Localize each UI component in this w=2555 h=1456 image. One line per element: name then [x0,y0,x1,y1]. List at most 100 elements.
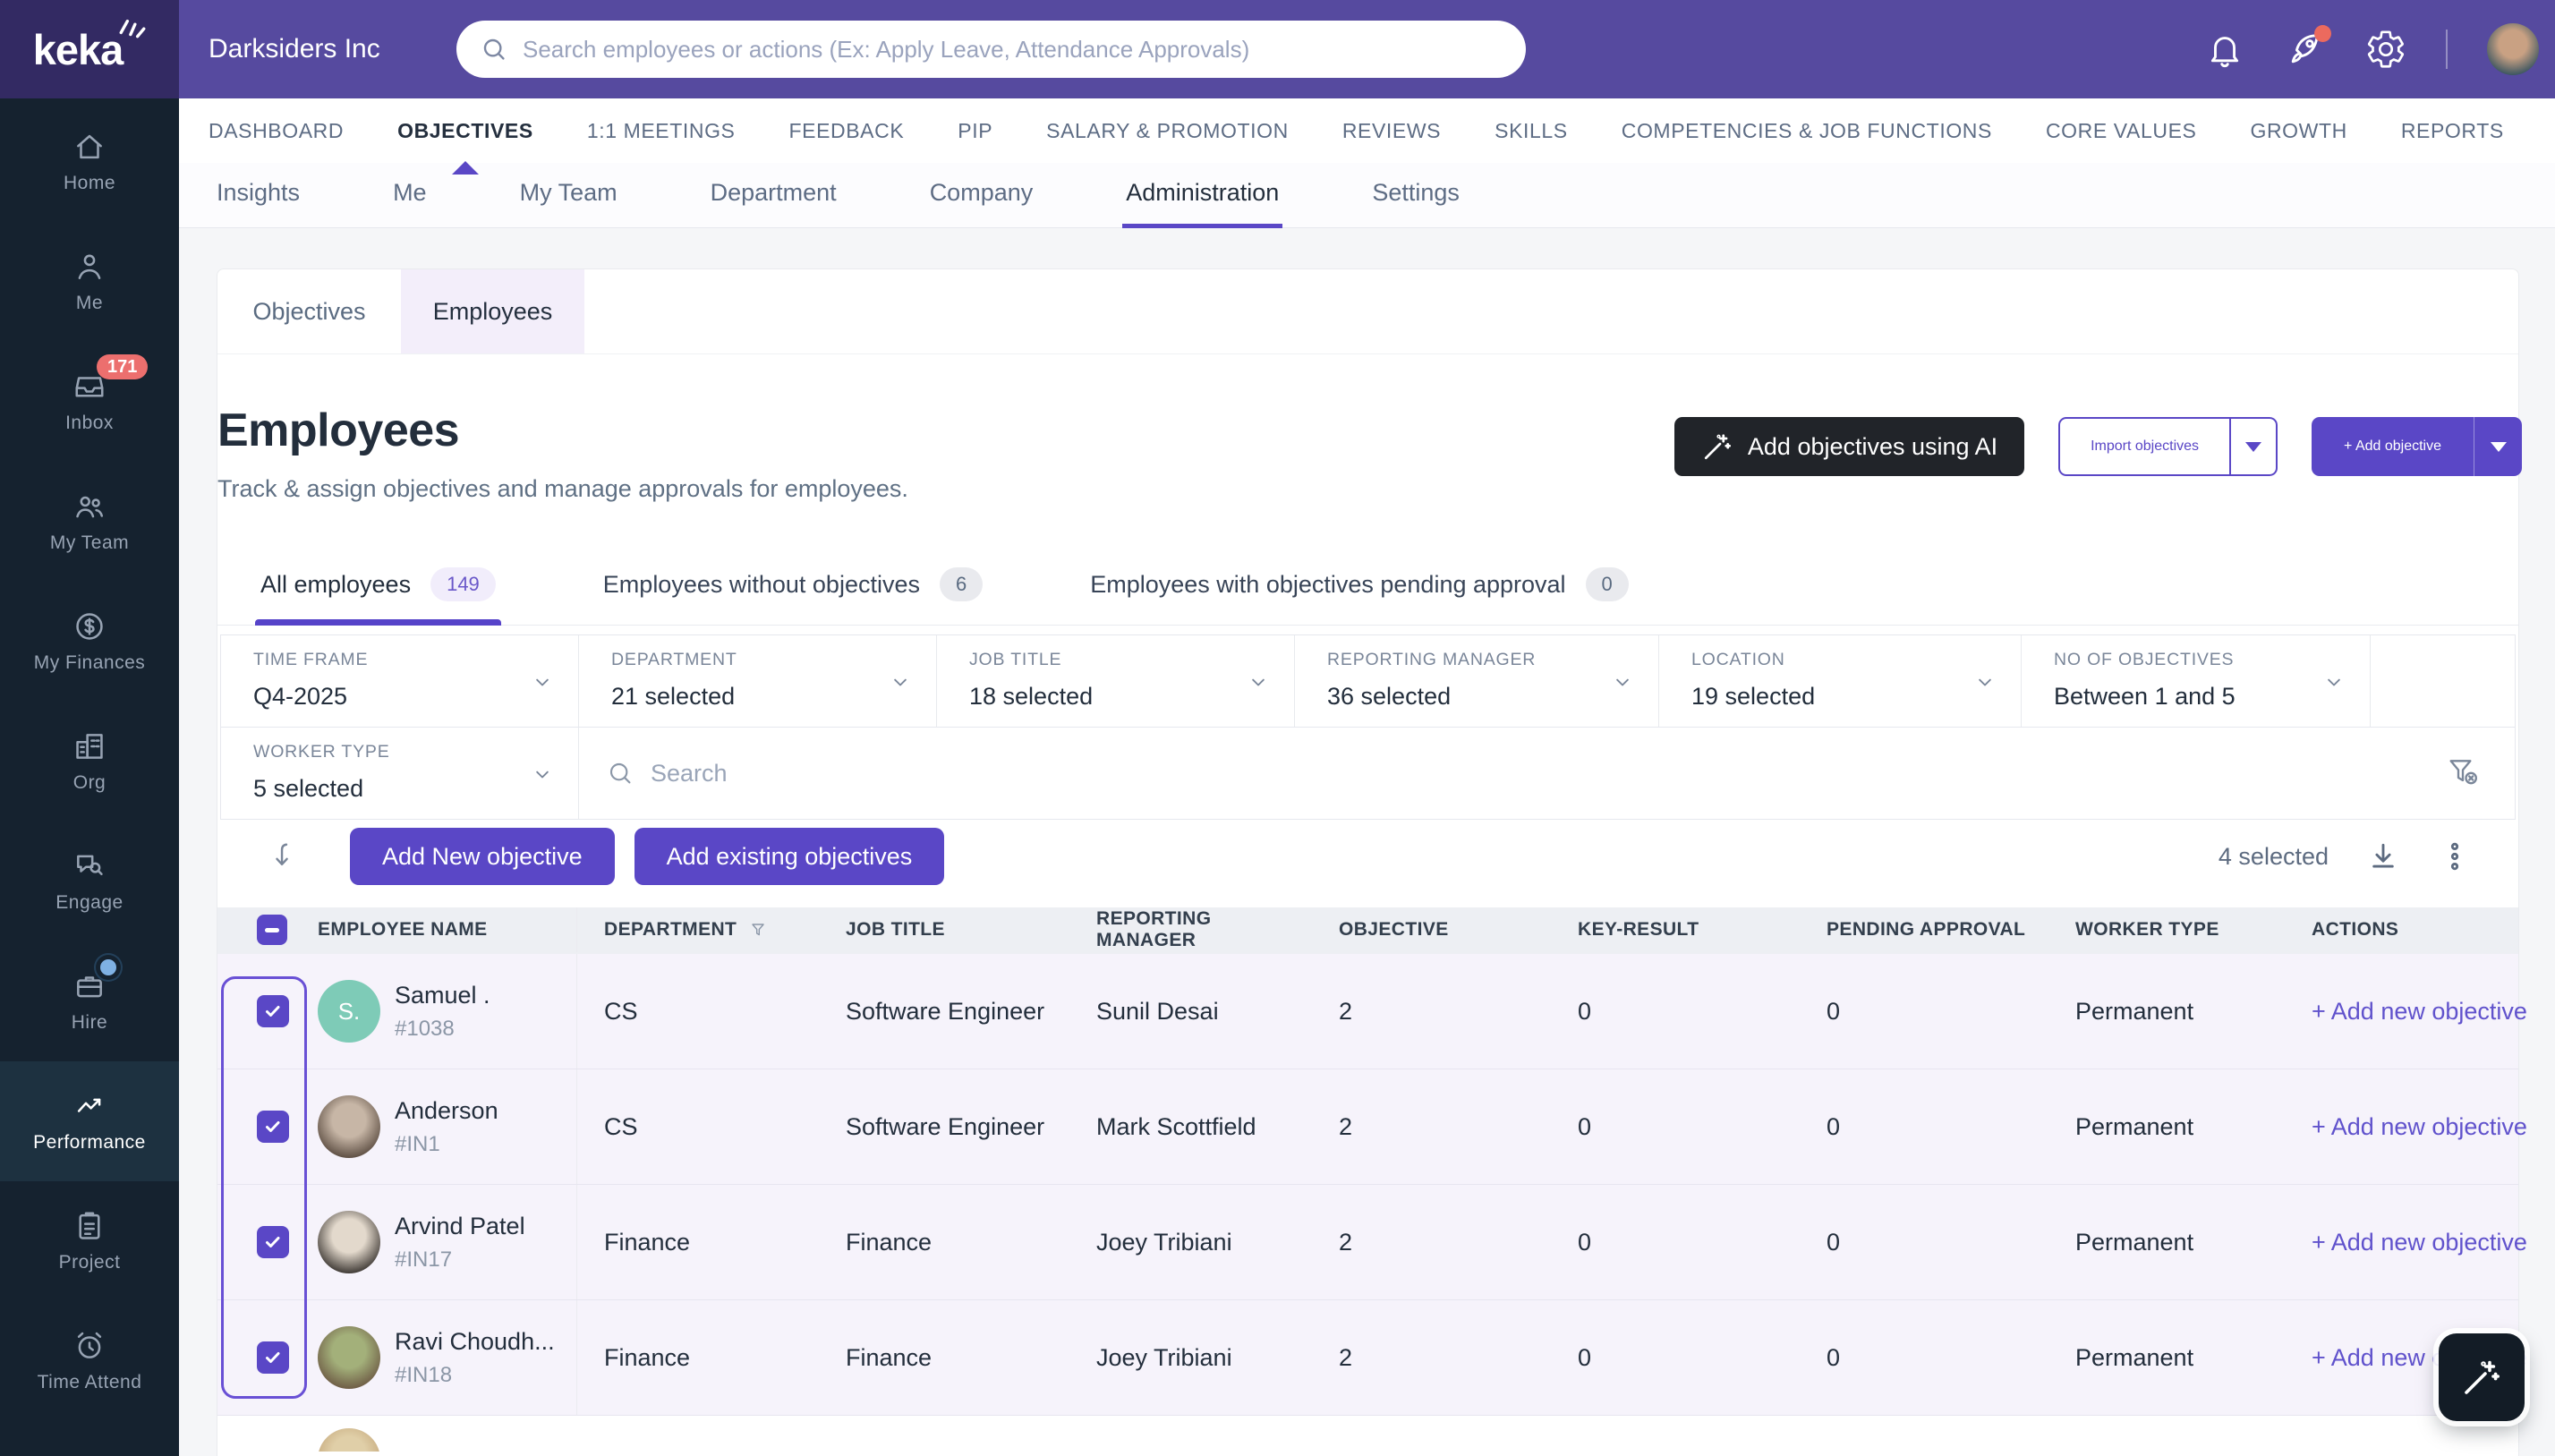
add-new-objective-button[interactable]: Add New objective [350,828,615,885]
ai-wand-floating-button[interactable] [2439,1333,2525,1421]
filter-no-of-objectives[interactable]: NO OF OBJECTIVES Between 1 and 5 [2022,635,2371,727]
keka-logo[interactable]: keka [0,0,179,98]
sidebar-item-hire[interactable]: Hire [0,941,179,1061]
import-objectives-button[interactable]: Import objectives [2058,417,2278,476]
subnav-department[interactable]: Department [707,163,840,228]
nav-tab-reports[interactable]: REPORTS [2401,98,2504,163]
nav-tab-core-values[interactable]: CORE VALUES [2046,98,2197,163]
sidebar-item-home[interactable]: Home [0,102,179,222]
sidebar-item-project[interactable]: Project [0,1181,179,1301]
sidebar-item-my-team[interactable]: My Team [0,462,179,582]
table-search-input[interactable] [651,760,2445,788]
subnav-settings[interactable]: Settings [1368,163,1463,228]
notifications-bell-icon[interactable] [2204,29,2245,70]
filter-reporting-manager[interactable]: REPORTING MANAGER 36 selected [1295,635,1659,727]
employee-cell[interactable]: Arvind Patel #IN17 [309,1185,577,1299]
sidebar-item-time-attend[interactable]: Time Attend [0,1301,179,1421]
nav-tab-pip[interactable]: PIP [958,98,992,163]
add-new-objective-link[interactable]: + Add new objective [2312,1113,2527,1140]
row-checkbox[interactable] [257,1341,289,1374]
filter-empty-cell [2371,635,2515,727]
sidebar-item-org[interactable]: Org [0,702,179,822]
filter-worker-type[interactable]: WORKER TYPE 5 selected [221,728,579,819]
sidebar-item-label: Hire [72,1012,108,1034]
global-search-input[interactable] [523,36,1503,64]
add-objective-button[interactable]: + Add objective [2312,417,2522,476]
sidebar-item-inbox[interactable]: 171 Inbox [0,342,179,462]
employee-view-tabs: All employees 149 Employees without obje… [217,567,2518,626]
subnav-company[interactable]: Company [926,163,1037,228]
nav-tab-salary-promotion[interactable]: SALARY & PROMOTION [1046,98,1289,163]
view-tab-all-employees[interactable]: All employees 149 [260,567,496,625]
manager-cell: Sunil Desai [1069,998,1312,1026]
clipboard-icon [72,1209,106,1243]
more-options-kebab-icon[interactable] [2438,839,2472,873]
department-cell: Finance [577,1344,819,1372]
table-row: Arvind Patel #IN17 Finance Finance Joey … [217,1185,2518,1300]
engage-chat-icon [72,849,106,883]
import-dropdown-caret[interactable] [2229,419,2276,474]
header-cell: JOB TITLE [819,919,1069,941]
add-new-objective-link[interactable]: + Add new objective [2312,1229,2527,1256]
employee-id: #IN1 [395,1132,498,1157]
add-existing-objectives-button[interactable]: Add existing objectives [634,828,945,885]
select-all-checkbox[interactable] [257,915,287,945]
sort-descending-icon[interactable] [268,839,300,875]
nav-tab-reviews[interactable]: REVIEWS [1342,98,1441,163]
nav-tab-objectives[interactable]: OBJECTIVES [397,98,533,163]
home-icon [72,130,106,164]
view-tab-without-objectives[interactable]: Employees without objectives 6 [603,567,983,625]
add-new-objective-link[interactable]: + Add new objective [2312,998,2527,1025]
filter-department[interactable]: DEPARTMENT 21 selected [579,635,937,727]
avatar [318,1428,380,1452]
subnav-administration[interactable]: Administration [1122,163,1282,228]
key-result-cell: 0 [1551,1344,1800,1372]
key-result-cell: 0 [1551,1113,1800,1141]
add-objective-dropdown-caret[interactable] [2474,417,2522,476]
add-objectives-ai-button[interactable]: Add objectives using AI [1674,417,2024,476]
whats-new-rocket-icon[interactable] [2285,29,2326,70]
tab-objectives[interactable]: Objectives [217,269,401,353]
view-tab-pending-approval[interactable]: Employees with objectives pending approv… [1090,567,1629,625]
row-checkbox[interactable] [257,995,289,1027]
worker-type-cell: Permanent [2048,1344,2285,1372]
clear-filters-icon[interactable] [2445,754,2481,794]
topbar-actions [2204,0,2539,98]
sidebar-item-engage[interactable]: Engage [0,822,179,941]
employee-name: Anderson [395,1097,498,1125]
employee-id: #1038 [395,1017,490,1042]
settings-gear-icon[interactable] [2365,29,2406,70]
export-download-icon[interactable] [2366,839,2400,873]
sidebar-item-my-finances[interactable]: My Finances [0,582,179,702]
nav-tab-competencies[interactable]: COMPETENCIES & JOB FUNCTIONS [1622,98,1992,163]
row-checkbox[interactable] [257,1111,289,1143]
team-icon [72,490,106,524]
row-checkbox[interactable] [257,1226,289,1258]
filter-label: WORKER TYPE [253,742,578,762]
filter-location[interactable]: LOCATION 19 selected [1659,635,2022,727]
user-avatar[interactable] [2487,23,2539,75]
nav-tab-feedback[interactable]: FEEDBACK [789,98,905,163]
avatar [318,1211,380,1273]
nav-tab-growth[interactable]: GROWTH [2250,98,2346,163]
tab-employees[interactable]: Employees [401,269,584,353]
header-cell-checkbox [217,915,309,945]
subnav-insights[interactable]: Insights [213,163,303,228]
filter-job-title[interactable]: JOB TITLE 18 selected [937,635,1295,727]
magic-wand-icon [2460,1356,2503,1399]
filter-time-frame[interactable]: TIME FRAME Q4-2025 [221,635,579,727]
nav-tab-1-1-meetings[interactable]: 1:1 MEETINGS [587,98,736,163]
filter-funnel-icon[interactable] [747,919,769,941]
nav-tab-skills[interactable]: SKILLS [1495,98,1568,163]
sidebar-item-label: Performance [33,1132,146,1154]
employee-cell[interactable]: Ravi Choudh... #IN18 [309,1300,577,1415]
nav-tab-dashboard[interactable]: DASHBOARD [209,98,344,163]
subnav-my-team[interactable]: My Team [516,163,621,228]
employee-cell[interactable]: S. Samuel . #1038 [309,954,577,1069]
subnav-me[interactable]: Me [389,163,430,228]
table-row-partial [217,1416,2518,1452]
global-search[interactable] [456,21,1526,78]
employee-cell[interactable]: Anderson #IN1 [309,1069,577,1184]
sidebar-item-me[interactable]: Me [0,222,179,342]
sidebar-item-performance[interactable]: Performance [0,1061,179,1181]
